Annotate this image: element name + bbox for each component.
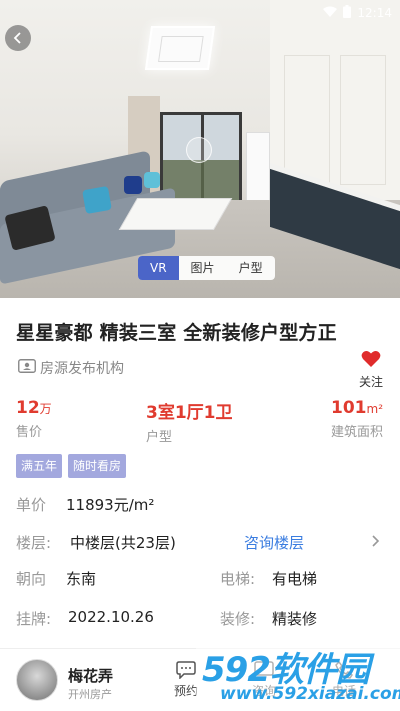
back-button[interactable] [5, 25, 31, 51]
listed-label: 挂牌: [16, 610, 52, 628]
watermark-url: www.592xiazai.com [220, 684, 400, 704]
status-bar: 12:14 [0, 0, 400, 22]
property-photo[interactable]: 12:14 VR 图片 户型 [0, 0, 400, 298]
tab-photos[interactable]: 图片 [179, 256, 227, 280]
chevron-left-icon [12, 29, 24, 48]
agent-name[interactable]: 梅花弄 [68, 665, 113, 686]
detail-floor[interactable]: 楼层: 中楼层(共23层) 咨询楼层 [0, 532, 400, 556]
decoration-label: 装修: [220, 610, 256, 628]
stat-area: 101m² 建筑面积 [331, 398, 383, 440]
chevron-right-icon[interactable] [370, 534, 380, 552]
photo-coffee-table [118, 198, 233, 230]
chat-bubble-icon [176, 661, 196, 682]
consult-floor-link[interactable]: 咨询楼层 [244, 532, 304, 553]
floor-value: 中楼层(共23层) [70, 534, 176, 552]
price-unit: 万 [39, 402, 52, 416]
area-label: 建筑面积 [331, 425, 384, 440]
agent-company: 开州房产 [68, 688, 112, 701]
follow-button[interactable]: 关注 [354, 350, 388, 390]
avatar[interactable] [16, 659, 58, 701]
layout-value: 3室1厅1卫 [146, 403, 233, 423]
area-value: 101 [331, 398, 367, 418]
listing-title: 星星豪都 精装三室 全新装修户型方正 [16, 322, 337, 344]
decoration-value: 精装修 [272, 610, 318, 628]
photo-ceiling-light [144, 26, 216, 70]
photo-air-conditioner [246, 132, 270, 210]
id-card-icon [18, 359, 36, 377]
area-unit: m² [366, 402, 384, 416]
elevator-label: 电梯: [220, 570, 256, 588]
detail-listed-decoration: 挂牌: 2022.10.26 装修: 精装修 [0, 608, 400, 632]
orientation-value: 东南 [66, 570, 97, 588]
price-label: 售价 [16, 425, 43, 440]
stat-price: 12万 售价 [16, 398, 52, 440]
floor-label: 楼层: [16, 534, 52, 552]
tag-badge: 随时看房 [68, 454, 127, 478]
unit-price-label: 单价 [16, 496, 47, 514]
wifi-icon [323, 3, 338, 22]
tab-vr[interactable]: VR [138, 256, 179, 280]
media-tab-bar: VR 图片 户型 [138, 256, 275, 280]
publisher-label: 房源发布机构 [40, 361, 124, 377]
elevator-value: 有电梯 [272, 570, 318, 588]
listed-value: 2022.10.26 [68, 608, 154, 626]
unit-price-value: 11893元/m² [66, 496, 155, 514]
vr-360-icon[interactable] [186, 137, 212, 163]
stat-layout: 3室1厅1卫 户型 [146, 398, 233, 445]
layout-label: 户型 [146, 430, 173, 445]
orientation-label: 朝向 [16, 570, 47, 588]
follow-label: 关注 [358, 375, 383, 389]
publisher-info[interactable]: 房源发布机构 [18, 358, 124, 378]
detail-unit-price: 单价 11893元/m² [0, 494, 400, 518]
key-stats: 12万 售价 3室1厅1卫 户型 101m² 建筑面积 [0, 398, 400, 445]
status-time: 12:14 [357, 5, 392, 20]
tab-floorplan[interactable]: 户型 [227, 256, 275, 280]
detail-orientation-elevator: 朝向 东南 电梯: 有电梯 [0, 568, 400, 592]
battery-icon [343, 3, 352, 22]
heart-icon [361, 351, 381, 372]
price-value: 12 [16, 398, 40, 418]
tag-badge: 满五年 [16, 454, 63, 478]
listing-page: 12:14 VR 图片 户型 星星豪都 精装三室 全新装修户型方正 房源发布机构… [0, 0, 400, 711]
tag-list: 满五年 随时看房 [16, 454, 127, 478]
site-watermark: 592软件园 www.592xiazai.com [196, 636, 400, 711]
